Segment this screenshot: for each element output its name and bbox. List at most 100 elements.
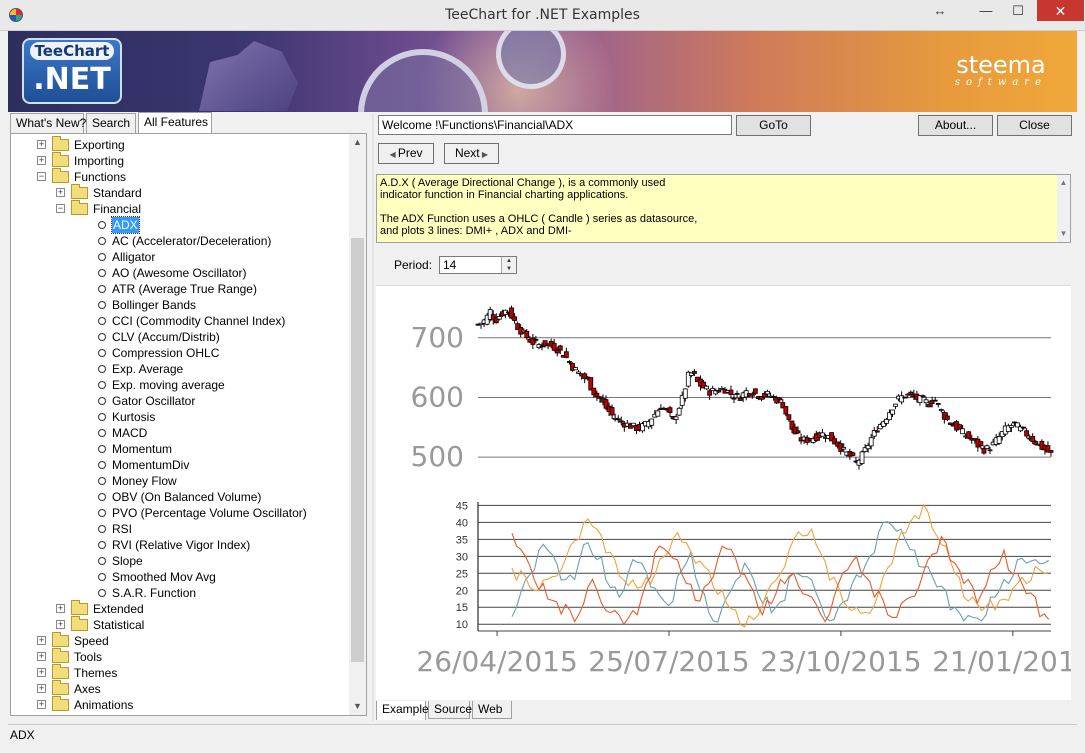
path-input[interactable]: Welcome !\Functions\Financial\ADX (378, 115, 732, 135)
tree-item-label: S.A.R. Function (112, 586, 197, 600)
osc-tick-label: 40 (456, 517, 468, 529)
about-button[interactable]: About... (918, 115, 993, 136)
description-line: indicator function in Financial charting… (380, 189, 629, 201)
candle-body (615, 418, 621, 421)
tab-all-features[interactable]: All Features (138, 112, 212, 133)
tree-item-label: ADX (111, 216, 140, 234)
tab-whats-new[interactable]: What's New? (10, 113, 86, 133)
tree-item-label: CLV (Accum/Distrib) (112, 330, 220, 344)
maximize-button[interactable]: ☐ (1001, 0, 1035, 22)
leaf-bullet-icon (98, 269, 106, 277)
description-scrollbar[interactable]: ▲ ▼ (1057, 175, 1070, 242)
candle-body (938, 409, 944, 411)
tree-item-label: OBV (On Balanced Volume) (112, 490, 262, 504)
tree-item-label: Slope (112, 554, 143, 568)
tree-item-label: AC (Accelerator/Deceleration) (112, 234, 272, 248)
candle-body (731, 397, 737, 400)
candle-body (966, 431, 972, 439)
candle-body (765, 390, 770, 395)
leaf-bullet-icon (98, 333, 106, 341)
tab-example[interactable]: Example (376, 701, 429, 720)
expand-icon[interactable]: + (37, 636, 46, 645)
period-value: 14 (443, 258, 457, 272)
osc-tick-label: 10 (456, 619, 468, 631)
candle-body (496, 316, 502, 320)
expand-icon[interactable]: + (37, 652, 46, 661)
period-label: Period: (394, 258, 433, 272)
candle-body (920, 395, 926, 398)
adx-chart[interactable]: 700 600 500 45 40 35 30 25 20 15 10 26/04/2015 25/07… (376, 286, 1085, 701)
candle-body (533, 339, 539, 341)
x-tick-label: 21/01/2016 (932, 645, 1071, 678)
expand-icon[interactable]: + (37, 156, 46, 165)
leaf-bullet-icon (98, 317, 106, 325)
collapse-icon[interactable]: − (37, 172, 46, 181)
tab-web[interactable]: Web (472, 701, 512, 719)
scroll-down-icon[interactable]: ▼ (1057, 228, 1070, 240)
description-box[interactable]: A.D.X ( Average Directional Change ), is… (376, 174, 1071, 243)
tree-item-label: Themes (74, 666, 118, 680)
leaf-bullet-icon (98, 461, 106, 469)
tab-search[interactable]: Search (86, 113, 136, 133)
teechart-logo: TeeChart .NET (22, 38, 122, 104)
period-stepper[interactable]: 14 ▲ ▼ (439, 256, 517, 274)
expand-icon[interactable]: + (37, 684, 46, 693)
expand-icon[interactable]: + (56, 620, 65, 629)
prev-button[interactable]: ◀ Prev (378, 143, 434, 164)
candle-body (902, 396, 908, 399)
candle-body (783, 406, 789, 415)
tree-item-label: Standard (93, 186, 142, 200)
candle-body (691, 371, 697, 374)
expand-icon[interactable]: + (37, 668, 46, 677)
tree-item-label: Speed (74, 634, 109, 648)
scroll-up-icon[interactable]: ▲ (1057, 177, 1070, 189)
candle-body (728, 389, 734, 395)
candle-body (576, 371, 581, 374)
folder-icon (71, 616, 88, 631)
close-window-button[interactable]: ✕ (1037, 0, 1084, 21)
close-button[interactable]: Close (997, 115, 1072, 136)
tree-item-label: Functions (74, 170, 127, 184)
tree-item-label: Tools (74, 650, 103, 664)
osc-tick-label: 20 (456, 585, 468, 597)
candle-body (716, 389, 722, 393)
leaf-bullet-icon (98, 221, 106, 229)
scroll-thumb[interactable] (351, 238, 364, 662)
splitter[interactable] (372, 113, 374, 721)
expand-icon[interactable]: + (56, 604, 65, 613)
tree-scrollbar[interactable]: ▲ ▼ (349, 134, 366, 715)
next-button[interactable]: Next ▶ (444, 143, 499, 164)
scroll-up-icon[interactable]: ▲ (349, 134, 366, 151)
tree-item-label: Exporting (74, 138, 125, 152)
leaf-bullet-icon (98, 589, 106, 597)
osc-tick-label: 25 (456, 568, 468, 580)
leaf-bullet-icon (98, 557, 106, 565)
tree-item-label: Alligator (112, 250, 156, 264)
expand-icon[interactable]: + (37, 140, 46, 149)
folder-icon (52, 168, 69, 183)
minimize-button[interactable]: — (969, 0, 1003, 22)
leaf-bullet-icon (98, 429, 106, 437)
candle-body (682, 388, 688, 399)
candle-body (820, 432, 825, 437)
folder-icon (52, 648, 69, 663)
tree-item-label: Smoothed Mov Avg (112, 570, 216, 584)
expand-icon[interactable]: + (37, 700, 46, 709)
goto-button[interactable]: GoTo (736, 115, 811, 136)
feature-tree[interactable]: ▲ ▼ + Exporting + Importing − Functions + Stand… (10, 133, 367, 716)
spin-arrows-icon[interactable]: ▲ ▼ (501, 257, 516, 273)
candle-body (649, 418, 655, 426)
candle-body (948, 422, 953, 425)
candle-body (631, 422, 636, 427)
scroll-down-icon[interactable]: ▼ (349, 698, 366, 715)
candle-body (984, 445, 990, 449)
tab-source[interactable]: Source (428, 701, 472, 719)
expand-icon[interactable]: + (56, 188, 65, 197)
osc-tick-label: 35 (456, 534, 468, 546)
resize-icon[interactable]: ↔ (923, 0, 957, 22)
description-line: and plots 3 lines: DMI+ , ADX and DMI- (380, 225, 572, 237)
candle-body (551, 342, 557, 351)
chart-panel[interactable]: 700 600 500 45 40 35 30 25 20 15 10 26/04/2015 25/07… (376, 285, 1085, 701)
collapse-icon[interactable]: − (56, 204, 65, 213)
candle-body (563, 351, 569, 358)
